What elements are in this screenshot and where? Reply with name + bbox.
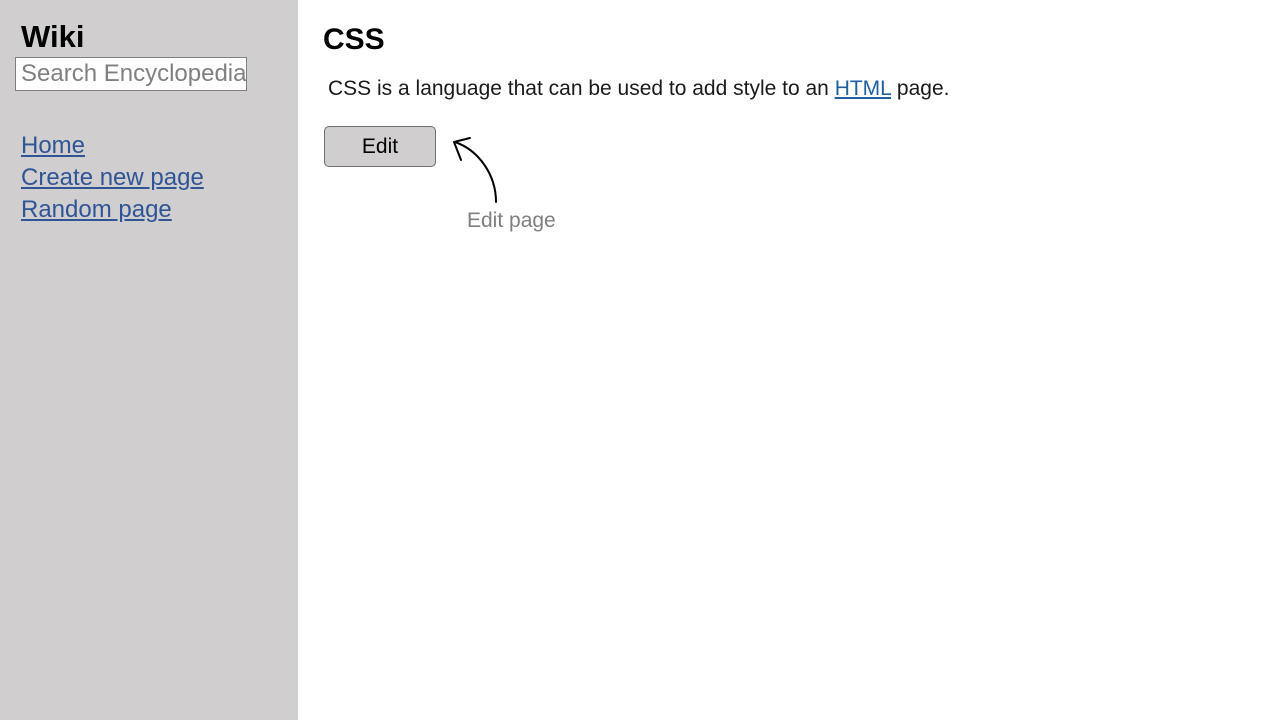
annotation-label: Edit page (467, 209, 556, 232)
wiki-title: Wiki (21, 19, 85, 54)
page-body: CSS is a language that can be used to ad… (328, 74, 949, 104)
sidebar-nav: Home Create new page Random page (21, 130, 204, 226)
sidebar: Wiki Home Create new page Random page (0, 0, 298, 720)
html-link[interactable]: HTML (835, 77, 891, 100)
wiki-app: Wiki Home Create new page Random page CS… (0, 0, 1280, 720)
nav-link-random-page[interactable]: Random page (21, 194, 204, 226)
curved-arrow-icon (453, 137, 497, 203)
body-text-before: CSS is a language that can be used to ad… (328, 77, 835, 100)
edit-button[interactable]: Edit (324, 126, 436, 167)
body-text-after: page. (891, 77, 950, 100)
nav-link-create-new-page[interactable]: Create new page (21, 162, 204, 194)
search-input[interactable] (15, 57, 247, 91)
page-title: CSS (323, 23, 385, 56)
nav-link-home[interactable]: Home (21, 130, 204, 162)
main-content: CSS CSS is a language that can be used t… (298, 0, 1280, 720)
